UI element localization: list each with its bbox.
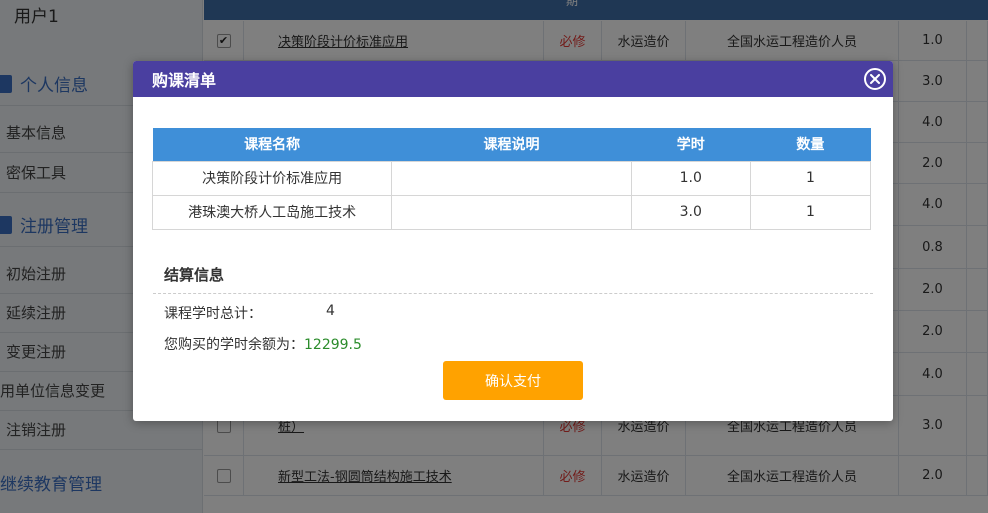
hours-cell: 3.0 bbox=[630, 194, 751, 230]
quantity-cell: 1 bbox=[749, 194, 872, 230]
table-row: 决策阶段计价标准应用 1.0 1 bbox=[151, 160, 872, 196]
balance-label: 您购买的学时余额为： bbox=[164, 337, 304, 353]
divider bbox=[153, 293, 873, 294]
modal-header: 购课清单 bbox=[133, 61, 893, 97]
total-hours-value: 4 bbox=[326, 303, 335, 319]
hours-cell: 1.0 bbox=[630, 160, 751, 196]
table-header-row: 课程名称 课程说明 学时 数量 bbox=[152, 128, 871, 161]
total-hours-label: 课程学时总计： bbox=[164, 306, 262, 322]
settlement-title: 结算信息 bbox=[164, 266, 225, 284]
course-name-cell: 决策阶段计价标准应用 bbox=[151, 160, 393, 196]
course-desc-cell bbox=[391, 160, 632, 196]
column-header-course-name: 课程名称 bbox=[152, 128, 392, 161]
purchase-list-modal: 购课清单 课程名称 课程说明 学时 数量 决策阶段计价标准应用 1.0 1 港珠… bbox=[133, 61, 893, 421]
close-circle-icon[interactable] bbox=[864, 68, 886, 90]
column-header-quantity: 数量 bbox=[750, 128, 871, 161]
balance-value: 12299.5 bbox=[304, 337, 362, 353]
modal-title: 购课清单 bbox=[152, 71, 217, 90]
column-header-hours: 学时 bbox=[631, 128, 751, 161]
course-name-cell: 港珠澳大桥人工岛施工技术 bbox=[151, 194, 393, 230]
table-row: 港珠澳大桥人工岛施工技术 3.0 1 bbox=[151, 194, 872, 230]
close-icon bbox=[870, 74, 880, 84]
course-desc-cell bbox=[391, 194, 632, 230]
balance-row: 您购买的学时余额为：12299.5 bbox=[164, 334, 362, 354]
confirm-pay-button[interactable]: 确认支付 bbox=[443, 361, 583, 400]
quantity-cell: 1 bbox=[749, 160, 872, 196]
column-header-course-desc: 课程说明 bbox=[391, 128, 632, 161]
total-hours-row: 课程学时总计： 4 bbox=[164, 303, 335, 323]
purchase-course-table: 课程名称 课程说明 学时 数量 决策阶段计价标准应用 1.0 1 港珠澳大桥人工… bbox=[151, 128, 872, 230]
